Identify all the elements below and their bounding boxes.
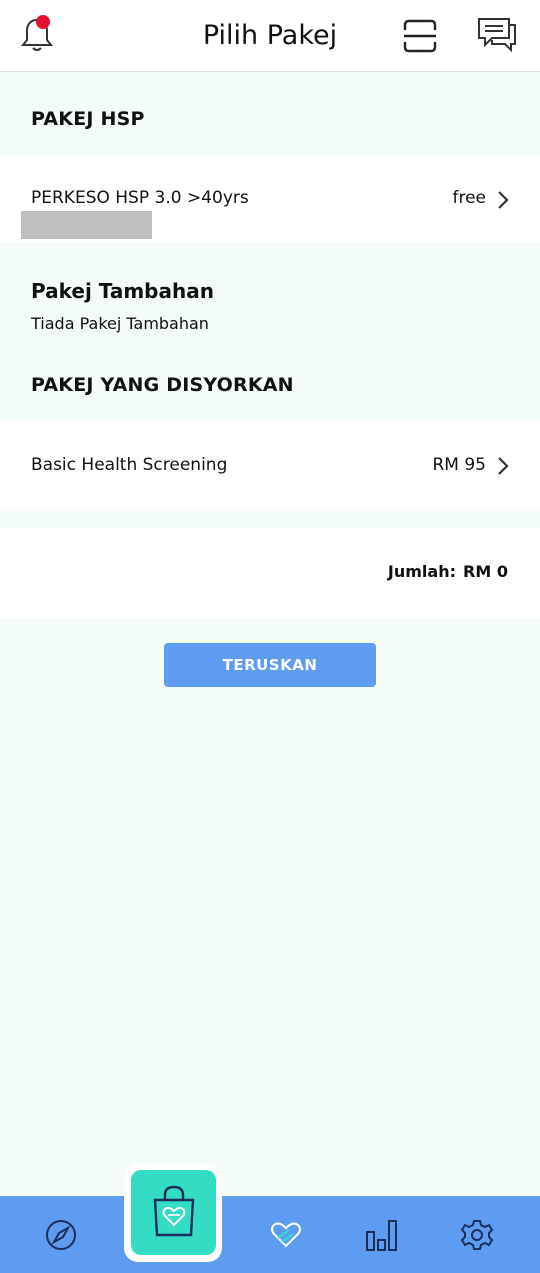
chevron-right-icon xyxy=(498,457,509,475)
hsp-package-price: free xyxy=(452,188,486,208)
recommended-package-label: Basic Health Screening xyxy=(31,455,228,475)
disyorkan-section-heading: PAKEJ YANG DISYORKAN xyxy=(31,374,294,396)
continue-button[interactable]: TERUSKAN xyxy=(164,643,376,687)
hsp-section-heading: PAKEJ HSP xyxy=(31,108,145,130)
compass-icon[interactable] xyxy=(44,1218,78,1252)
settings-icon[interactable] xyxy=(460,1218,494,1252)
recommended-package-price: RM 95 xyxy=(432,455,486,475)
chart-icon[interactable] xyxy=(364,1218,398,1252)
scan-icon[interactable] xyxy=(402,18,438,54)
top-bar: Pilih Pakej xyxy=(0,0,540,72)
total-value: RM 0 xyxy=(463,562,508,581)
page-title: Pilih Pakej xyxy=(202,20,338,51)
total-label: Jumlah: xyxy=(387,562,456,581)
total-row: Jumlah: RM 0 xyxy=(0,528,540,618)
redacted-block xyxy=(21,211,152,239)
recommended-package-row[interactable]: Basic Health Screening RM 95 xyxy=(0,421,540,511)
chevron-right-icon xyxy=(498,191,509,209)
tambahan-heading: Pakej Tambahan xyxy=(31,279,214,303)
shop-tab[interactable] xyxy=(131,1170,216,1255)
tambahan-text: Tiada Pakej Tambahan xyxy=(31,314,209,333)
shopping-bag-icon xyxy=(153,1185,195,1237)
heart-stethoscope-icon[interactable] xyxy=(269,1218,303,1252)
hsp-package-label: PERKESO HSP 3.0 >40yrs xyxy=(31,188,249,208)
chat-icon[interactable] xyxy=(476,16,518,54)
